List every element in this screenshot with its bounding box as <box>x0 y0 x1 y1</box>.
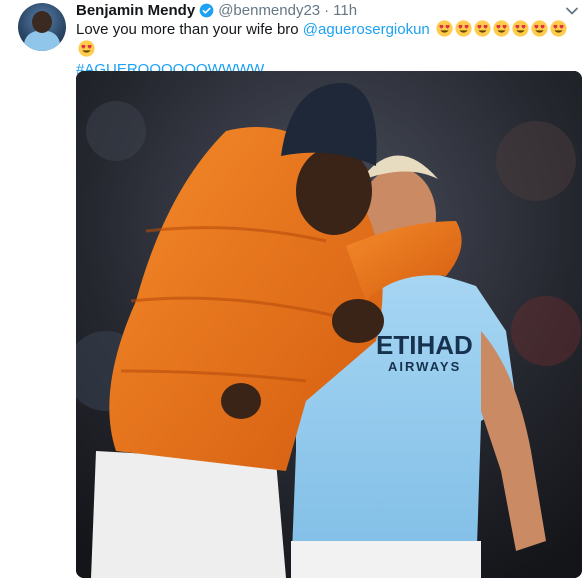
author-name[interactable]: Benjamin Mendy <box>76 2 195 19</box>
heart-eyes-emoji <box>436 20 453 37</box>
heart-eyes-emoji <box>512 20 529 37</box>
tweet-card[interactable]: Benjamin Mendy @benmendy23 · 11h Love yo… <box>0 0 587 582</box>
photo-illustration: ETIHAD AIRWAYS <box>76 71 582 578</box>
avatar[interactable] <box>18 3 66 51</box>
mention-link[interactable]: @aguerosergiokun <box>303 21 430 38</box>
heart-eyes-emoji <box>455 20 472 37</box>
heart-eyes-emoji <box>531 20 548 37</box>
jersey-text-main: ETIHAD <box>376 330 473 360</box>
heart-eyes-emoji <box>474 20 491 37</box>
tweet-header: Benjamin Mendy @benmendy23 · 11h <box>76 0 357 20</box>
heart-eyes-emoji <box>550 20 567 37</box>
meta-separator: · <box>324 1 330 19</box>
chevron-down-icon[interactable] <box>565 4 579 18</box>
tweet-photo[interactable]: ETIHAD AIRWAYS <box>76 71 582 578</box>
author-handle[interactable]: @benmendy23 <box>218 2 320 19</box>
verified-badge-icon <box>199 3 214 17</box>
jersey-text-sub: AIRWAYS <box>388 359 461 374</box>
tweet-text-body: Love you more than your wife bro <box>76 21 303 38</box>
tweet-timestamp[interactable]: 11h <box>333 2 357 19</box>
heart-eyes-emoji <box>78 40 95 57</box>
heart-eyes-emoji <box>493 20 510 37</box>
